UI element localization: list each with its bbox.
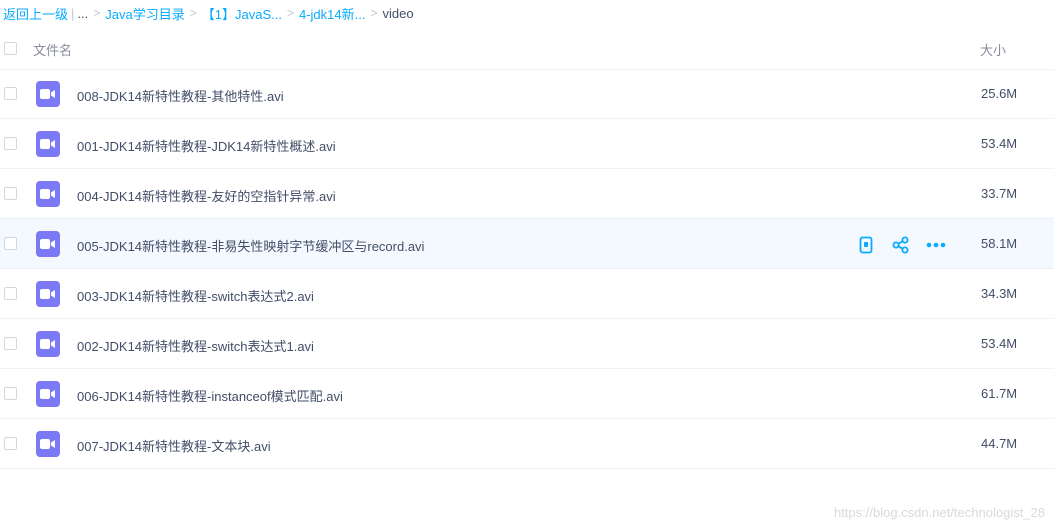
file-row[interactable]: 003-JDK14新特性教程-switch表达式2.avi 34.3M	[0, 269, 1054, 319]
file-row[interactable]: 007-JDK14新特性教程-文本块.avi 44.7M	[0, 419, 1054, 469]
file-size: 53.4M	[981, 336, 1018, 351]
file-name[interactable]: 007-JDK14新特性教程-文本块.avi	[77, 436, 271, 455]
breadcrumb-separator: >	[93, 6, 101, 20]
row-checkbox[interactable]	[4, 337, 17, 350]
file-size: 53.4M	[981, 136, 1018, 151]
row-checkbox[interactable]	[4, 137, 17, 150]
file-size: 33.7M	[981, 186, 1018, 201]
row-checkbox[interactable]	[4, 187, 17, 200]
file-size: 61.7M	[981, 386, 1018, 401]
breadcrumb-separator: >	[286, 6, 294, 20]
file-size: 34.3M	[981, 286, 1018, 301]
breadcrumb: 返回上一级 | ... > Java学习目录 > 【1】JavaS... > 4…	[3, 4, 414, 22]
video-icon	[36, 131, 60, 157]
file-name[interactable]: 008-JDK14新特性教程-其他特性.avi	[77, 86, 284, 105]
file-size: 25.6M	[981, 86, 1018, 101]
row-checkbox[interactable]	[4, 387, 17, 400]
row-checkbox[interactable]	[4, 87, 17, 100]
file-size: 58.1M	[981, 236, 1018, 251]
video-icon	[36, 431, 60, 457]
file-row[interactable]: 006-JDK14新特性教程-instanceof模式匹配.avi 61.7M	[0, 369, 1054, 419]
file-row[interactable]: 008-JDK14新特性教程-其他特性.avi 25.6M	[0, 69, 1054, 119]
file-name[interactable]: 003-JDK14新特性教程-switch表达式2.avi	[77, 286, 314, 305]
breadcrumb-pipe: |	[71, 5, 75, 21]
video-icon	[36, 181, 60, 207]
row-checkbox[interactable]	[4, 237, 17, 250]
row-checkbox[interactable]	[4, 437, 17, 450]
file-list: 008-JDK14新特性教程-其他特性.avi 25.6M 001-JDK14新特性…	[0, 69, 1054, 469]
file-name[interactable]: 006-JDK14新特性教程-instanceof模式匹配.avi	[77, 386, 343, 405]
phone-icon[interactable]	[856, 235, 876, 255]
breadcrumb-item-java[interactable]: Java学习目录	[105, 4, 184, 23]
breadcrumb-item-javase[interactable]: 【1】JavaS...	[202, 4, 282, 23]
column-header-name[interactable]: 文件名	[33, 40, 72, 59]
list-header: 文件名 大小	[0, 28, 1054, 70]
back-link[interactable]: 返回上一级	[3, 4, 68, 23]
breadcrumb-item-jdk14[interactable]: 4-jdk14新...	[299, 4, 365, 23]
file-size: 44.7M	[981, 436, 1018, 451]
row-checkbox[interactable]	[4, 287, 17, 300]
watermark: https://blog.csdn.net/technologist_28	[833, 505, 1045, 520]
file-name[interactable]: 004-JDK14新特性教程-友好的空指针异常.avi	[77, 186, 336, 205]
video-icon	[36, 231, 60, 257]
video-icon	[36, 281, 60, 307]
file-name[interactable]: 002-JDK14新特性教程-switch表达式1.avi	[77, 336, 314, 355]
file-row[interactable]: 005-JDK14新特性教程-非易失性映射字节缓冲区与record.avi 58.…	[0, 218, 1054, 269]
file-row[interactable]: 002-JDK14新特性教程-switch表达式1.avi 53.4M	[0, 319, 1054, 369]
file-browser: 返回上一级 | ... > Java学习目录 > 【1】JavaS... > 4…	[0, 0, 1054, 526]
video-icon	[36, 81, 60, 107]
breadcrumb-current: video	[382, 5, 414, 21]
breadcrumb-separator: >	[189, 6, 197, 20]
file-name[interactable]: 005-JDK14新特性教程-非易失性映射字节缓冲区与record.avi	[77, 236, 424, 255]
file-row[interactable]: 001-JDK14新特性教程-JDK14新特性概述.avi 53.4M	[0, 119, 1054, 169]
more-icon[interactable]	[926, 235, 946, 255]
breadcrumb-separator: >	[370, 6, 378, 20]
video-icon	[36, 381, 60, 407]
column-header-size[interactable]: 大小	[980, 40, 1006, 59]
select-all-checkbox[interactable]	[4, 42, 17, 55]
row-actions	[856, 235, 961, 255]
file-row[interactable]: 004-JDK14新特性教程-友好的空指针异常.avi 33.7M	[0, 169, 1054, 219]
video-icon	[36, 331, 60, 357]
breadcrumb-ellipsis[interactable]: ...	[77, 6, 88, 21]
share-icon[interactable]	[891, 235, 911, 255]
file-name[interactable]: 001-JDK14新特性教程-JDK14新特性概述.avi	[77, 136, 336, 155]
